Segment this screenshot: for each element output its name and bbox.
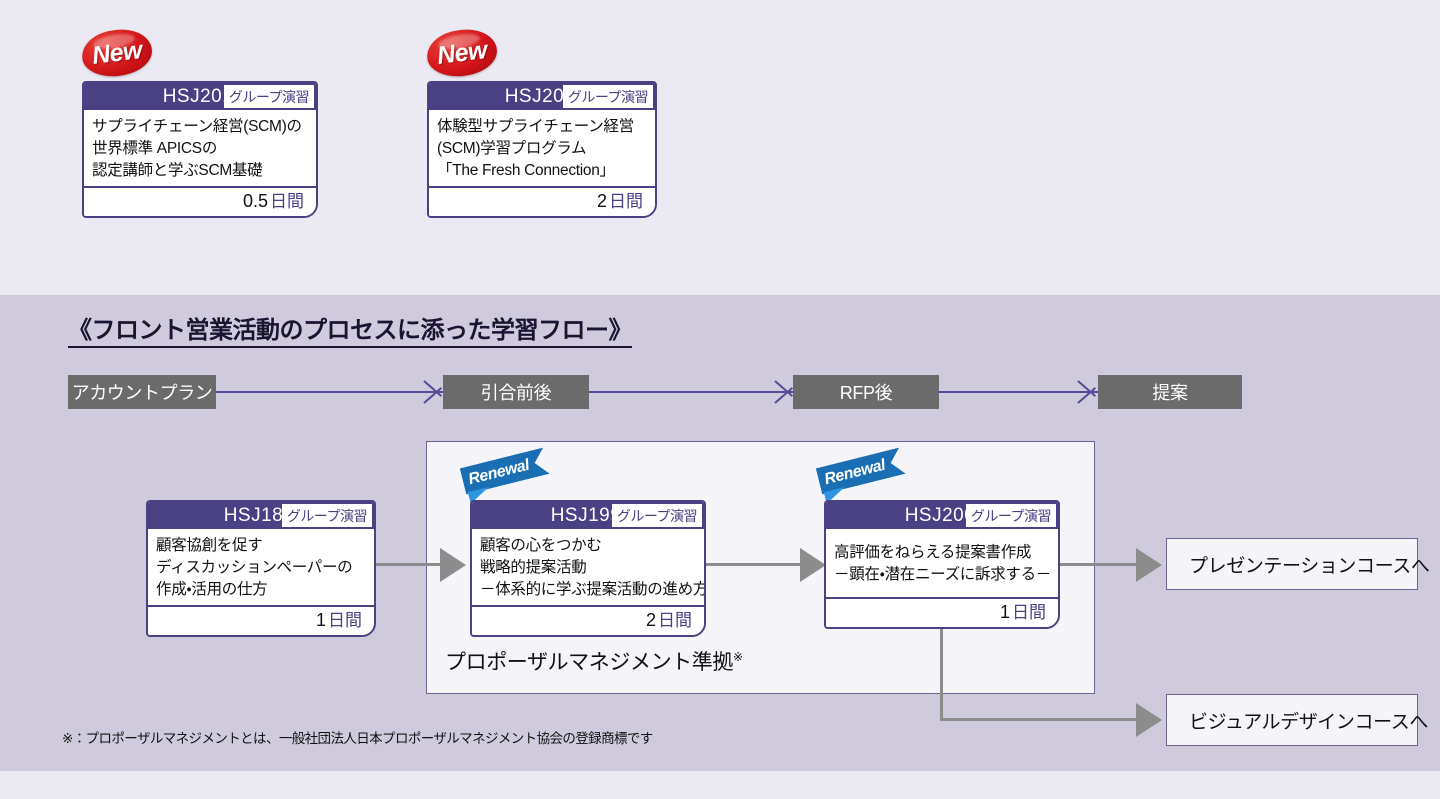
card-header-hsj199: HSJ199 グループ演習 (472, 502, 704, 529)
card-header-hsj200: HSJ200 グループ演習 (826, 502, 1058, 529)
duration-value: 1 (999, 602, 1010, 622)
process-line-3 (938, 391, 1100, 393)
card-title-line: 世界標準 APICSの (92, 140, 218, 157)
new-badge-hsj203: New (424, 26, 500, 80)
connector-hsj180-to-hsj199 (376, 563, 442, 566)
card-title-line: 高評価をねらえる提案書作成 (834, 544, 1032, 561)
duration-unit: 日間 (658, 611, 692, 630)
connector-hsj200-drop (940, 628, 943, 720)
course-format-tag: グループ演習 (611, 504, 702, 527)
card-title-line: 作成・活用の仕方 (156, 581, 268, 598)
group-box-label: プロポーザルマネジメント準拠※ (445, 646, 743, 676)
card-title-line: －顕在・潜在ニーズに訴求する－ (834, 566, 1051, 583)
destination-presentation-course[interactable]: プレゼンテーションコースへ (1166, 538, 1430, 590)
group-box-label-text: プロポーザルマネジメント準拠 (445, 651, 733, 674)
course-format-tag: グループ演習 (281, 504, 372, 527)
process-step-account-plan: アカウントプラン (68, 375, 216, 409)
duration-unit: 日間 (1012, 603, 1046, 622)
duration-value: 2 (645, 610, 656, 630)
course-card-hsj199[interactable]: HSJ199 グループ演習 顧客の心をつかむ 戦略的提案活動 －体系的に学ぶ提案… (470, 500, 706, 637)
card-title-line: (SCM)学習プログラム (437, 140, 587, 157)
card-header-hsj203: HSJ203 グループ演習 (429, 83, 655, 110)
card-title-line: 顧客の心をつかむ (480, 537, 602, 554)
card-title-hsj180: 顧客協創を促す ディスカッションペーパーの 作成・活用の仕方 (148, 529, 374, 605)
connector-arrow-presentation-icon (1136, 548, 1162, 582)
card-title-line: ディスカッションペーパーの (156, 559, 353, 576)
card-title-line: －体系的に学ぶ提案活動の進め方－ (480, 581, 706, 598)
renewal-badge-label: Renewal (822, 456, 887, 488)
card-title-line: 認定講師と学ぶSCM基礎 (92, 162, 263, 179)
duration-unit: 日間 (328, 611, 362, 630)
course-card-hsj201[interactable]: HSJ201 グループ演習 サプライチェーン経営(SCM)の 世界標準 APIC… (82, 81, 318, 218)
card-header-hsj180: HSJ180 グループ演習 (148, 502, 374, 529)
process-line-2 (588, 391, 796, 393)
process-arrow-3-icon (1078, 379, 1100, 405)
duration-unit: 日間 (609, 192, 643, 211)
trademark-footnote: ※：プロポーザルマネジメントとは、一般社団法人日本プロポーザルマネジメント協会の… (62, 731, 653, 746)
duration-value: 0.5 (242, 191, 268, 211)
card-duration-hsj199: 2 日間 (472, 605, 704, 635)
card-header-hsj201: HSJ201 グループ演習 (84, 83, 316, 110)
course-card-hsj200[interactable]: HSJ200 グループ演習 高評価をねらえる提案書作成 －顕在・潜在ニーズに訴求… (824, 500, 1060, 629)
bottom-background-band (0, 771, 1440, 799)
process-step-proposal: 提案 (1098, 375, 1242, 409)
new-badge-label: New (435, 35, 489, 70)
connector-arrow-hsj200-icon (800, 548, 826, 582)
new-badge-label: New (90, 35, 144, 70)
card-duration-hsj180: 1 日間 (148, 605, 374, 635)
destination-visual-design-course[interactable]: ビジュアルデザインコースへ (1166, 694, 1428, 746)
course-card-hsj203[interactable]: HSJ203 グループ演習 体験型サプライチェーン経営 (SCM)学習プログラム… (427, 81, 657, 218)
course-format-tag: グループ演習 (965, 504, 1056, 527)
card-title-line: 顧客協創を促す (156, 537, 263, 554)
connector-arrow-hsj199-icon (440, 548, 466, 582)
card-title-line: 戦略的提案活動 (480, 559, 587, 576)
section-title: 《フロント営業活動のプロセスに添った学習フロー》 (68, 317, 633, 349)
connector-hsj199-to-hsj200 (706, 563, 806, 566)
process-step-after-rfp: RFP後 (793, 375, 939, 409)
card-duration-hsj201: 0.5 日間 (84, 186, 316, 216)
connector-hsj200-to-visual-design (940, 718, 1158, 721)
card-title-line: 「The Fresh Connection」 (437, 162, 615, 179)
group-box-label-mark: ※ (732, 650, 743, 664)
course-format-tag: グループ演習 (223, 85, 314, 108)
diagram-canvas: New HSJ201 グループ演習 サプライチェーン経営(SCM)の 世界標準 … (0, 0, 1440, 799)
card-title-hsj200: 高評価をねらえる提案書作成 －顕在・潜在ニーズに訴求する－ (826, 529, 1058, 597)
course-format-tag: グループ演習 (562, 85, 653, 108)
card-title-hsj199: 顧客の心をつかむ 戦略的提案活動 －体系的に学ぶ提案活動の進め方－ (472, 529, 704, 605)
duration-unit: 日間 (270, 192, 304, 211)
duration-value: 2 (596, 191, 607, 211)
duration-value: 1 (315, 610, 326, 630)
new-badge-hsj201: New (79, 26, 155, 80)
connector-arrow-visual-design-icon (1136, 703, 1162, 737)
renewal-badge-label: Renewal (466, 456, 531, 488)
process-step-pre-post-inquiry: 引合前後 (443, 375, 589, 409)
process-line-1 (215, 391, 445, 393)
card-duration-hsj200: 1 日間 (826, 597, 1058, 627)
card-title-line: 体験型サプライチェーン経営 (437, 118, 634, 135)
card-duration-hsj203: 2 日間 (429, 186, 655, 216)
card-title-hsj203: 体験型サプライチェーン経営 (SCM)学習プログラム 「The Fresh Co… (429, 110, 655, 186)
course-card-hsj180[interactable]: HSJ180 グループ演習 顧客協創を促す ディスカッションペーパーの 作成・活… (146, 500, 376, 637)
card-title-line: サプライチェーン経営(SCM)の (92, 118, 302, 135)
card-title-hsj201: サプライチェーン経営(SCM)の 世界標準 APICSの 認定講師と学ぶSCM基… (84, 110, 316, 186)
